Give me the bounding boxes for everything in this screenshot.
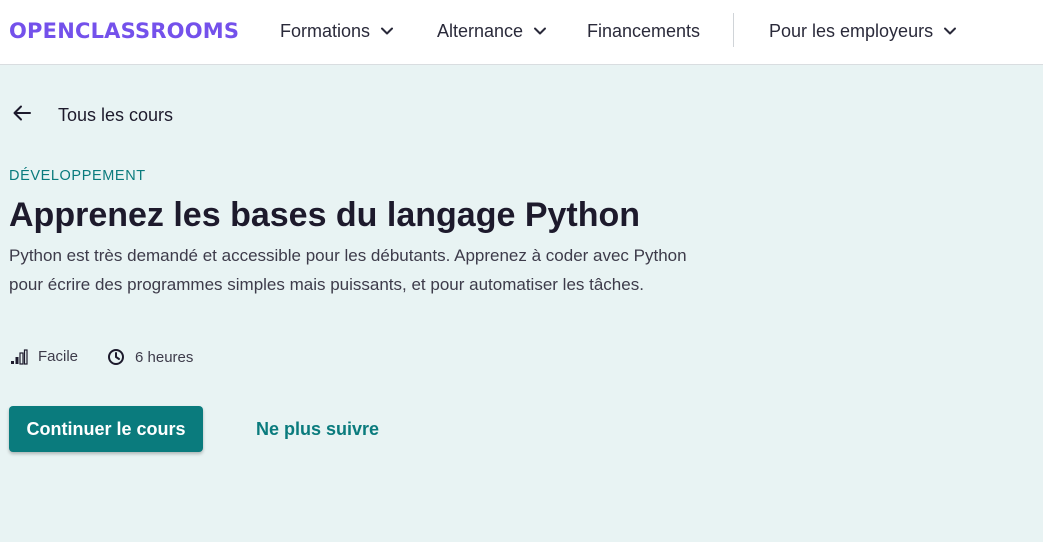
- difficulty-bars-icon: [11, 348, 28, 365]
- chevron-down-icon: [381, 27, 394, 35]
- difficulty-label: Facile: [38, 348, 79, 365]
- arrow-left-icon: [13, 105, 31, 121]
- course-category[interactable]: DÉVELOPPEMENT: [9, 167, 146, 185]
- nav-item-label: Financements: [587, 21, 701, 41]
- top-navigation-bar: OPENCLASSROOMS Formations Alternance Fin…: [0, 0, 1043, 65]
- chevron-down-icon: [944, 27, 957, 35]
- clock-icon: [108, 349, 124, 365]
- course-duration: 6 heures: [107, 348, 193, 366]
- nav-item-pour-les-employeurs[interactable]: Pour les employeurs: [769, 18, 957, 44]
- course-difficulty: Facile: [10, 348, 78, 365]
- nav-item-formations[interactable]: Formations: [280, 18, 394, 44]
- nav-item-label: Alternance: [437, 21, 524, 41]
- nav-item-label: Formations: [280, 21, 371, 41]
- chevron-down-icon: [534, 27, 547, 35]
- back-button[interactable]: [11, 102, 33, 124]
- nav-item-alternance[interactable]: Alternance: [437, 18, 547, 44]
- unfollow-button[interactable]: Ne plus suivre: [256, 416, 379, 442]
- course-title: Apprenez les bases du langage Python: [9, 196, 641, 234]
- course-description: Python est très demandé et accessible po…: [9, 246, 687, 294]
- openclassrooms-logo[interactable]: OPENCLASSROOMS: [9, 16, 239, 46]
- duration-label: 6 heures: [135, 348, 194, 366]
- nav-item-financements[interactable]: Financements: [587, 18, 700, 44]
- nav-divider: [733, 13, 734, 47]
- back-link-all-courses[interactable]: Tous les cours: [58, 104, 173, 126]
- continue-course-button[interactable]: Continuer le cours: [9, 406, 203, 452]
- nav-item-label: Pour les employeurs: [769, 21, 934, 41]
